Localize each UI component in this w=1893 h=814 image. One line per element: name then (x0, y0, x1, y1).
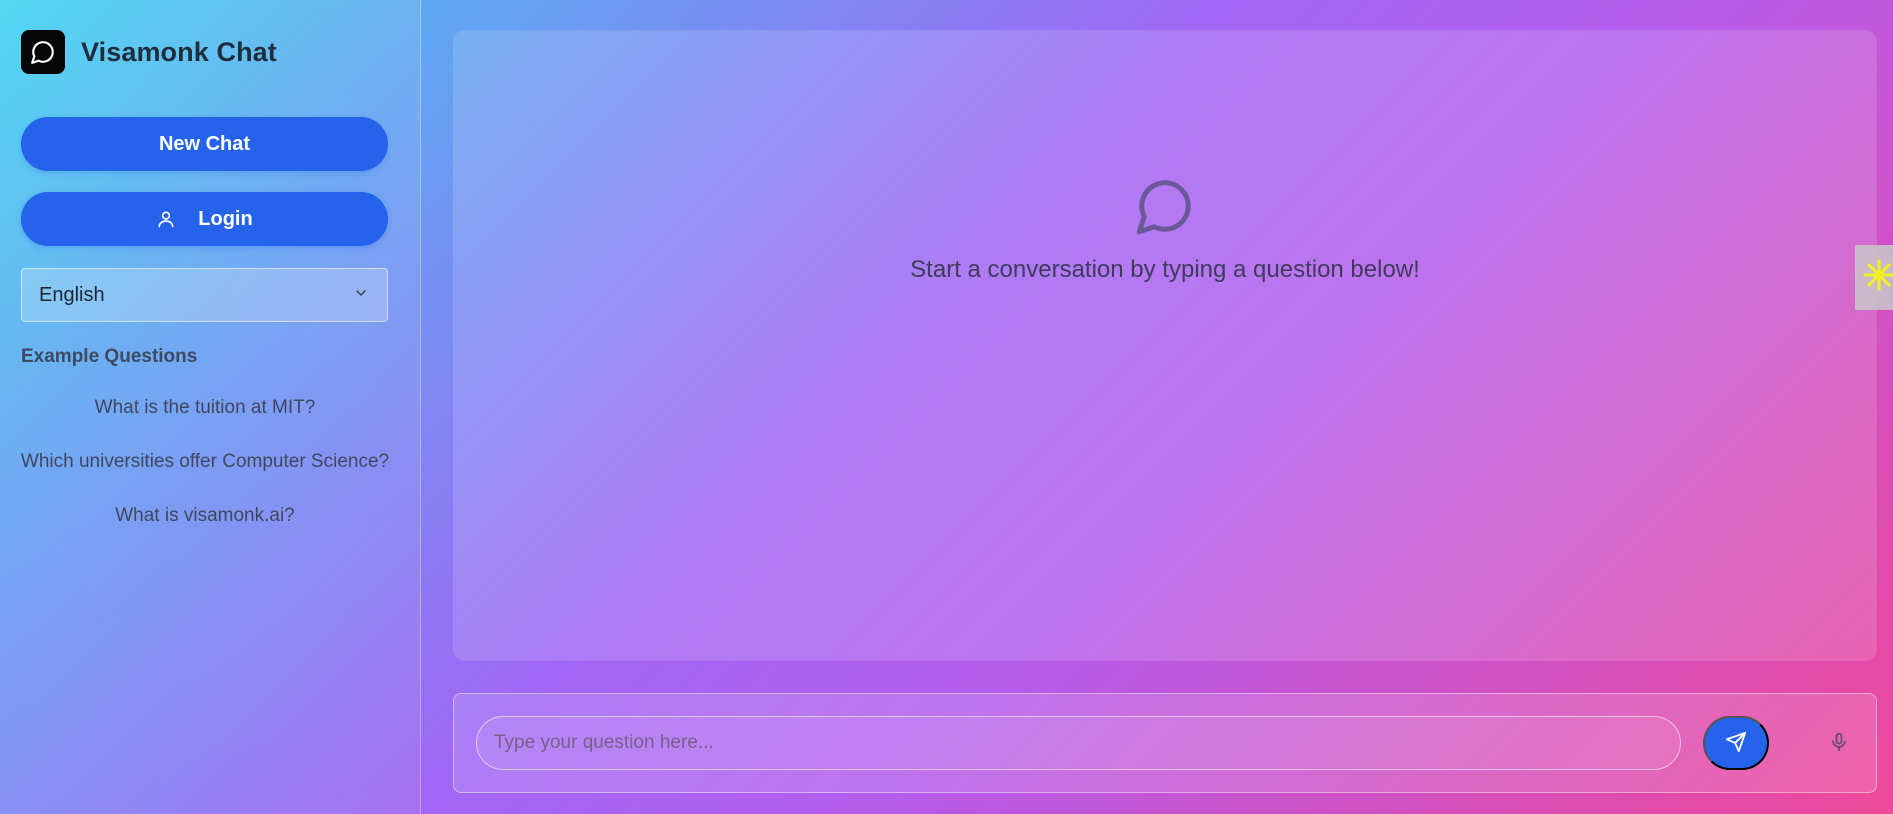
chevron-down-icon (353, 284, 369, 307)
new-chat-label: New Chat (158, 132, 251, 155)
new-chat-button[interactable]: New Chat (21, 117, 388, 171)
example-question[interactable]: What is visamonk.ai? (0, 505, 410, 527)
message-composer (453, 693, 1877, 793)
side-widget-tab[interactable] (1855, 245, 1893, 310)
example-question[interactable]: What is the tuition at MIT? (0, 397, 410, 419)
chat-panel: Start a conversation by typing a questio… (453, 30, 1877, 661)
sidebar: Visamonk Chat New Chat Login English Exa… (0, 0, 421, 814)
app-title: Visamonk Chat (81, 36, 277, 67)
login-label: Login (198, 207, 253, 230)
empty-state: Start a conversation by typing a questio… (453, 175, 1877, 284)
chat-bubble-icon (21, 30, 65, 74)
login-button[interactable]: Login (21, 192, 388, 246)
language-value: English (39, 283, 105, 306)
microphone-icon (1829, 732, 1849, 755)
example-question[interactable]: Which universities offer Computer Scienc… (0, 451, 410, 473)
language-select[interactable]: English (21, 268, 388, 322)
microphone-button[interactable] (1816, 720, 1862, 766)
sparkle-icon (1859, 255, 1893, 300)
user-icon (156, 209, 176, 229)
send-button[interactable] (1703, 716, 1769, 770)
example-questions-heading: Example Questions (21, 346, 198, 367)
question-input[interactable] (476, 716, 1681, 770)
empty-state-message: Start a conversation by typing a questio… (910, 256, 1420, 283)
send-icon (1725, 731, 1747, 756)
brand: Visamonk Chat (21, 30, 277, 74)
chat-bubble-icon (1134, 175, 1196, 242)
